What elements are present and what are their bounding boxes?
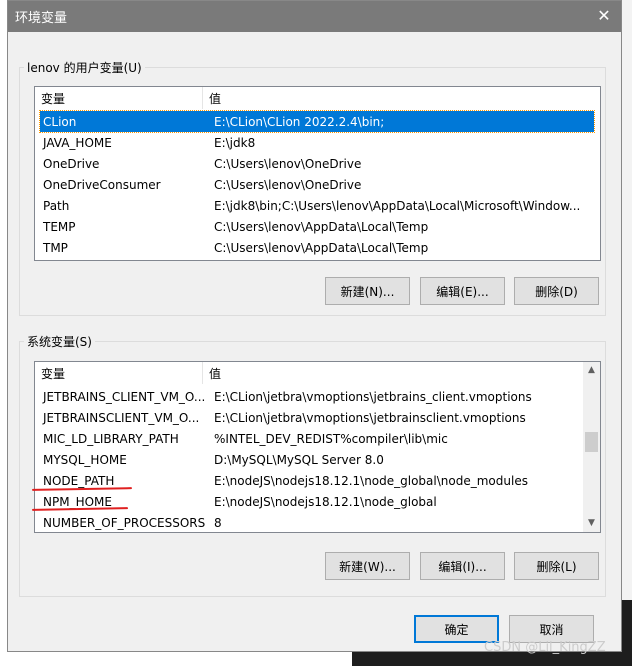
- column-header-variable[interactable]: 变量: [35, 87, 203, 109]
- background-window: [622, 0, 632, 666]
- variable-name: MYSQL_HOME: [43, 452, 127, 467]
- system-variables-label: 系统变量(S): [24, 333, 95, 350]
- cancel-button[interactable]: 取消: [509, 615, 594, 643]
- environment-variables-dialog: 环境变量 ✕ lenov 的用户变量(U) 变量 值 CLion E:\CLion…: [7, 0, 622, 652]
- variable-value: E:\CLion\jetbra\vmoptions\jetbrainsclien…: [214, 410, 526, 425]
- table-row[interactable]: TEMP C:\Users\lenov\AppData\Local\Temp: [40, 216, 594, 237]
- list-header: 变量 值: [35, 87, 600, 110]
- user-edit-button[interactable]: 编辑(E)...: [420, 277, 505, 305]
- variable-value: E:\jdk8: [214, 135, 256, 150]
- variable-name: JETBRAINSCLIENT_VM_O...: [43, 410, 200, 425]
- user-variables-list[interactable]: 变量 值 CLion E:\CLion\CLion 2022.2.4\bin; JA…: [34, 86, 601, 261]
- table-row[interactable]: JETBRAINS_CLIENT_VM_O... E:\CLion\jetbra\…: [40, 386, 583, 407]
- table-row[interactable]: NUMBER_OF_PROCESSORS 8: [40, 512, 583, 532]
- variable-value: C:\Users\lenov\OneDrive: [214, 177, 362, 192]
- close-icon[interactable]: ✕: [593, 5, 615, 27]
- column-header-value[interactable]: 值: [203, 365, 221, 382]
- variable-name: Path: [43, 198, 70, 213]
- variable-name: TMP: [43, 240, 68, 255]
- table-row[interactable]: JAVA_HOME E:\jdk8: [40, 132, 594, 153]
- variable-value: E:\CLion\CLion 2022.2.4\bin;: [214, 114, 385, 129]
- table-row[interactable]: CLion E:\CLion\CLion 2022.2.4\bin;: [39, 110, 595, 133]
- variable-value: C:\Users\lenov\AppData\Local\Temp: [214, 219, 429, 234]
- table-row[interactable]: OneDrive C:\Users\lenov\OneDrive: [40, 153, 594, 174]
- user-delete-button[interactable]: 删除(D): [514, 277, 599, 305]
- variable-value: C:\Users\lenov\OneDrive: [214, 156, 362, 171]
- vertical-scrollbar[interactable]: ▲ ▼: [583, 362, 600, 532]
- variable-name: JETBRAINS_CLIENT_VM_O...: [43, 389, 206, 404]
- table-row[interactable]: TMP C:\Users\lenov\AppData\Local\Temp: [40, 237, 594, 258]
- variable-value: 8: [214, 515, 222, 530]
- list-header: 变量 值: [35, 362, 600, 385]
- table-row[interactable]: JETBRAINSCLIENT_VM_O... E:\CLion\jetbra\v…: [40, 407, 583, 428]
- table-row[interactable]: MIC_LD_LIBRARY_PATH %INTEL_DEV_REDIST%com…: [40, 428, 583, 449]
- table-row[interactable]: Path E:\jdk8\bin;C:\Users\lenov\AppData\L…: [40, 195, 594, 216]
- variable-name: OneDrive: [43, 156, 100, 171]
- variable-value: E:\nodeJS\nodejs18.12.1\node_global: [214, 494, 437, 509]
- variable-name: NUMBER_OF_PROCESSORS: [43, 515, 206, 530]
- scroll-down-icon[interactable]: ▼: [583, 515, 600, 532]
- system-delete-button[interactable]: 删除(L): [514, 552, 599, 580]
- ok-button[interactable]: 确定: [414, 615, 499, 643]
- variable-name: OneDriveConsumer: [43, 177, 161, 192]
- system-edit-button[interactable]: 编辑(I)...: [420, 552, 505, 580]
- user-variables-label: lenov 的用户变量(U): [24, 59, 145, 76]
- variable-name: MIC_LD_LIBRARY_PATH: [43, 431, 179, 446]
- scroll-up-icon[interactable]: ▲: [583, 362, 600, 379]
- system-new-button[interactable]: 新建(W)...: [325, 552, 410, 580]
- watermark: CSDN @Lil_KingZZ: [484, 640, 606, 655]
- variable-value: E:\nodeJS\nodejs18.12.1\node_global\node…: [214, 473, 528, 488]
- user-new-button[interactable]: 新建(N)...: [325, 277, 410, 305]
- variable-value: D:\MySQL\MySQL Server 8.0: [214, 452, 384, 467]
- scrollbar-thumb[interactable]: [585, 432, 598, 452]
- variable-value: E:\CLion\jetbra\vmoptions\jetbrains_clie…: [214, 389, 532, 404]
- title-bar: 环境变量: [8, 1, 621, 32]
- variable-value: C:\Users\lenov\AppData\Local\Temp: [214, 240, 429, 255]
- variable-name: CLion: [43, 114, 77, 129]
- table-row[interactable]: MYSQL_HOME D:\MySQL\MySQL Server 8.0: [40, 449, 583, 470]
- window-title: 环境变量: [15, 11, 68, 26]
- variable-name: JAVA_HOME: [43, 135, 112, 150]
- column-header-variable[interactable]: 变量: [35, 362, 203, 384]
- variable-value: E:\jdk8\bin;C:\Users\lenov\AppData\Local…: [214, 198, 581, 213]
- variable-value: %INTEL_DEV_REDIST%compiler\lib\mic: [214, 431, 448, 446]
- column-header-value[interactable]: 值: [203, 90, 221, 107]
- variable-name: TEMP: [43, 219, 76, 234]
- table-row[interactable]: OneDriveConsumer C:\Users\lenov\OneDrive: [40, 174, 594, 195]
